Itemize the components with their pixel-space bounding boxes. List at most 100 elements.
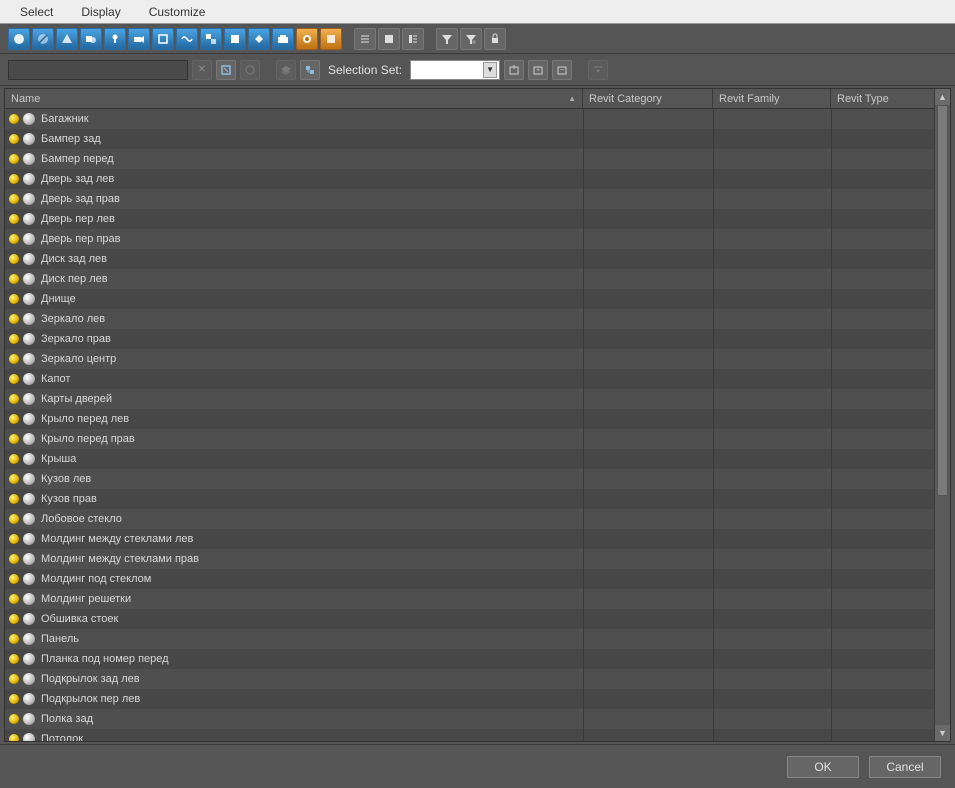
cancel-button[interactable]: Cancel xyxy=(869,756,941,778)
table-row[interactable]: Подкрылок зад лев xyxy=(5,669,934,689)
clear-search-icon[interactable]: ✕ xyxy=(192,60,212,80)
detail-view-icon[interactable] xyxy=(402,28,424,50)
table-row[interactable]: Молдинг между стеклами прав xyxy=(5,549,934,569)
display-groups-icon[interactable] xyxy=(200,28,222,50)
display-geometry-icon[interactable] xyxy=(56,28,78,50)
layers-icon[interactable] xyxy=(276,60,296,80)
table-row[interactable]: Дверь пер прав xyxy=(5,229,934,249)
table-row[interactable]: Кузов прав xyxy=(5,489,934,509)
lightbulb-icon[interactable] xyxy=(9,554,19,564)
table-row[interactable]: Капот xyxy=(5,369,934,389)
display-helpers-icon[interactable] xyxy=(152,28,174,50)
lightbulb-icon[interactable] xyxy=(9,334,19,344)
lightbulb-icon[interactable] xyxy=(9,434,19,444)
table-row[interactable]: Дверь пер лев xyxy=(5,209,934,229)
ok-button[interactable]: OK xyxy=(787,756,859,778)
lightbulb-icon[interactable] xyxy=(9,254,19,264)
remove-from-selset-icon[interactable]: − xyxy=(552,60,572,80)
create-selset-icon[interactable] xyxy=(504,60,524,80)
table-row[interactable]: Молдинг решетки xyxy=(5,589,934,609)
lightbulb-icon[interactable] xyxy=(9,294,19,304)
lightbulb-icon[interactable] xyxy=(9,454,19,464)
lightbulb-icon[interactable] xyxy=(9,714,19,724)
display-cameras-icon[interactable] xyxy=(128,28,150,50)
display-shapes-icon[interactable] xyxy=(80,28,102,50)
lightbulb-icon[interactable] xyxy=(9,194,19,204)
toolbar-options-icon[interactable] xyxy=(588,60,608,80)
lightbulb-icon[interactable] xyxy=(9,654,19,664)
search-input[interactable] xyxy=(8,60,188,80)
lightbulb-icon[interactable] xyxy=(9,114,19,124)
table-row[interactable]: Потолок xyxy=(5,729,934,741)
menu-select[interactable]: Select xyxy=(6,2,67,22)
table-row[interactable]: Бампер перед xyxy=(5,149,934,169)
column-revit-type[interactable]: Revit Type xyxy=(831,89,929,108)
display-all-icon[interactable] xyxy=(8,28,30,50)
lightbulb-icon[interactable] xyxy=(9,354,19,364)
filter-icon[interactable] xyxy=(436,28,458,50)
lightbulb-icon[interactable] xyxy=(9,174,19,184)
table-row[interactable]: Днище xyxy=(5,289,934,309)
display-spacewarps-icon[interactable] xyxy=(176,28,198,50)
lightbulb-icon[interactable] xyxy=(9,154,19,164)
lightbulb-icon[interactable] xyxy=(9,574,19,584)
lightbulb-icon[interactable] xyxy=(9,394,19,404)
display-bones-icon[interactable] xyxy=(248,28,270,50)
display-hidden-icon[interactable] xyxy=(320,28,342,50)
table-row[interactable]: Багажник xyxy=(5,109,934,129)
table-row[interactable]: Дверь зад прав xyxy=(5,189,934,209)
lightbulb-icon[interactable] xyxy=(9,314,19,324)
vertical-scrollbar[interactable]: ▲ ▼ xyxy=(934,89,950,741)
table-row[interactable]: Дверь зад лев xyxy=(5,169,934,189)
lightbulb-icon[interactable] xyxy=(9,134,19,144)
table-row[interactable]: Планка под номер перед xyxy=(5,649,934,669)
menu-display[interactable]: Display xyxy=(67,2,134,22)
table-row[interactable]: Кузов лев xyxy=(5,469,934,489)
lightbulb-icon[interactable] xyxy=(9,514,19,524)
display-frozen-icon[interactable] xyxy=(296,28,318,50)
table-row[interactable]: Лобовое стекло xyxy=(5,509,934,529)
display-containers-icon[interactable] xyxy=(272,28,294,50)
list-view-icon[interactable] xyxy=(354,28,376,50)
table-row[interactable]: Диск зад лев xyxy=(5,249,934,269)
table-row[interactable]: Карты дверей xyxy=(5,389,934,409)
table-row[interactable]: Подкрылок пер лев xyxy=(5,689,934,709)
table-row[interactable]: Полка зад xyxy=(5,709,934,729)
table-row[interactable]: Крыло перед прав xyxy=(5,429,934,449)
table-row[interactable]: Молдинг между стеклами лев xyxy=(5,529,934,549)
table-row[interactable]: Обшивка стоек xyxy=(5,609,934,629)
selection-set-combo[interactable]: ▼ xyxy=(410,60,500,80)
lightbulb-icon[interactable] xyxy=(9,534,19,544)
lightbulb-icon[interactable] xyxy=(9,474,19,484)
lightbulb-icon[interactable] xyxy=(9,274,19,284)
table-row[interactable]: Молдинг под стеклом xyxy=(5,569,934,589)
select-children-icon[interactable] xyxy=(300,60,320,80)
table-row[interactable]: Зеркало лев xyxy=(5,309,934,329)
table-row[interactable]: Диск пер лев xyxy=(5,269,934,289)
lightbulb-icon[interactable] xyxy=(9,414,19,424)
sync-selection-icon[interactable] xyxy=(240,60,260,80)
column-name[interactable]: Name xyxy=(5,89,583,108)
lightbulb-icon[interactable] xyxy=(9,674,19,684)
chevron-down-icon[interactable]: ▼ xyxy=(483,62,497,78)
column-revit-family[interactable]: Revit Family xyxy=(713,89,831,108)
table-row[interactable]: Крыша xyxy=(5,449,934,469)
find-case-icon[interactable] xyxy=(216,60,236,80)
scroll-up-icon[interactable]: ▲ xyxy=(935,89,950,105)
table-row[interactable]: Зеркало прав xyxy=(5,329,934,349)
lightbulb-icon[interactable] xyxy=(9,214,19,224)
table-row[interactable]: Зеркало центр xyxy=(5,349,934,369)
lightbulb-icon[interactable] xyxy=(9,694,19,704)
lightbulb-icon[interactable] xyxy=(9,634,19,644)
scroll-thumb[interactable] xyxy=(937,105,948,496)
add-to-selset-icon[interactable]: + xyxy=(528,60,548,80)
display-none-icon[interactable] xyxy=(32,28,54,50)
lock-column-icon[interactable] xyxy=(484,28,506,50)
display-xrefs-icon[interactable] xyxy=(224,28,246,50)
display-lights-icon[interactable] xyxy=(104,28,126,50)
lightbulb-icon[interactable] xyxy=(9,374,19,384)
lightbulb-icon[interactable] xyxy=(9,734,19,741)
table-row[interactable]: Крыло перед лев xyxy=(5,409,934,429)
selected-view-icon[interactable] xyxy=(378,28,400,50)
lightbulb-icon[interactable] xyxy=(9,614,19,624)
